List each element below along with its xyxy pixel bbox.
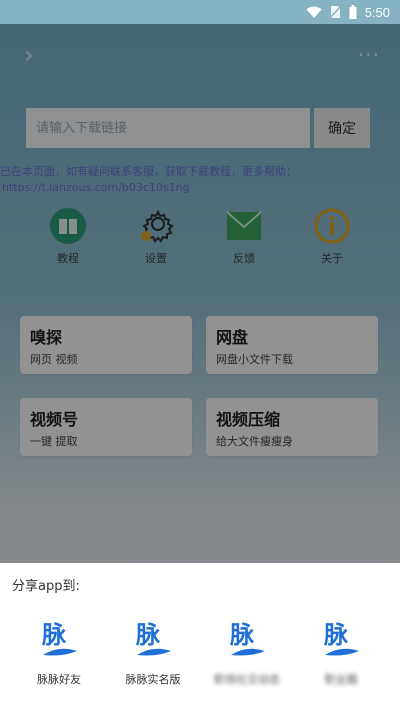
share-target-maimai-realname[interactable]: 脉 脉脉实名版 xyxy=(108,617,198,686)
status-bar: 5:50 xyxy=(0,0,400,24)
maimai-logo-icon: 脉 xyxy=(319,617,363,661)
share-target-row: 脉 脉脉好友 脉 脉脉实名版 脉 职场社交动态 脉 职业圈 xyxy=(0,617,400,686)
share-target-3[interactable]: 脉 职场社交动态 xyxy=(202,617,292,686)
share-target-name: 职业圈 xyxy=(324,673,358,686)
screen: 5:50 › ··· 确定 已在本页面，如有疑问联系客服，获取下载教程，更多帮助… xyxy=(0,0,400,710)
logo-char: 脉 xyxy=(323,621,349,649)
share-target-name: 脉脉好友 xyxy=(37,673,81,686)
logo-char: 脉 xyxy=(135,621,161,649)
maimai-logo-icon: 脉 xyxy=(131,617,175,661)
logo-char: 脉 xyxy=(41,621,67,649)
share-target-maimai-friends[interactable]: 脉 脉脉好友 xyxy=(14,617,104,686)
no-sim-icon xyxy=(329,5,341,19)
maimai-logo-icon: 脉 xyxy=(37,617,81,661)
share-target-4[interactable]: 脉 职业圈 xyxy=(296,617,386,686)
maimai-logo-icon: 脉 xyxy=(225,617,269,661)
logo-char: 脉 xyxy=(229,621,255,649)
share-sheet-title: 分享app到: xyxy=(12,579,80,594)
status-time: 5:50 xyxy=(364,4,390,20)
share-sheet: 分享app到: 脉 脉脉好友 脉 脉脉实名版 脉 职场社交动态 脉 职业圈 xyxy=(0,563,400,710)
share-target-name: 脉脉实名版 xyxy=(125,673,181,686)
battery-icon xyxy=(349,5,357,19)
wifi-icon xyxy=(306,6,322,18)
share-target-name: 职场社交动态 xyxy=(214,673,280,686)
